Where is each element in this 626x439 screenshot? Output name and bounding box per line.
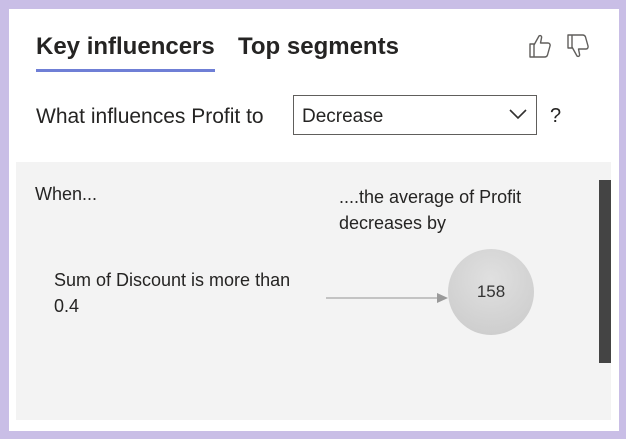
influencer-row[interactable]: Sum of Discount is more than 0.4 158 [16, 249, 596, 347]
thumbs-up-icon[interactable] [528, 33, 552, 59]
thumbs-down-icon[interactable] [566, 33, 590, 59]
influencer-condition: Sum of Discount is more than 0.4 [54, 270, 291, 316]
dropdown-value: Decrease [302, 106, 384, 127]
arrow-right-icon [326, 291, 450, 309]
chevron-down-icon [508, 107, 528, 126]
tab-top-segments[interactable]: Top segments [238, 33, 399, 69]
help-button[interactable]: ? [550, 105, 561, 128]
result-header: ....the average of Profit decreases by [339, 187, 522, 233]
influencers-panel: When... ....the average of Profit decrea… [16, 162, 611, 420]
tab-key-influencers[interactable]: Key influencers [36, 33, 215, 72]
influence-value-bubble[interactable]: 158 [448, 249, 534, 335]
influence-question-label: What influences Profit to [36, 105, 264, 128]
when-header: When... [35, 184, 98, 204]
direction-dropdown[interactable]: Decrease [293, 95, 537, 135]
key-influencers-card: Key influencers Top segments What influe… [9, 9, 619, 431]
vertical-scrollbar[interactable] [599, 180, 611, 363]
